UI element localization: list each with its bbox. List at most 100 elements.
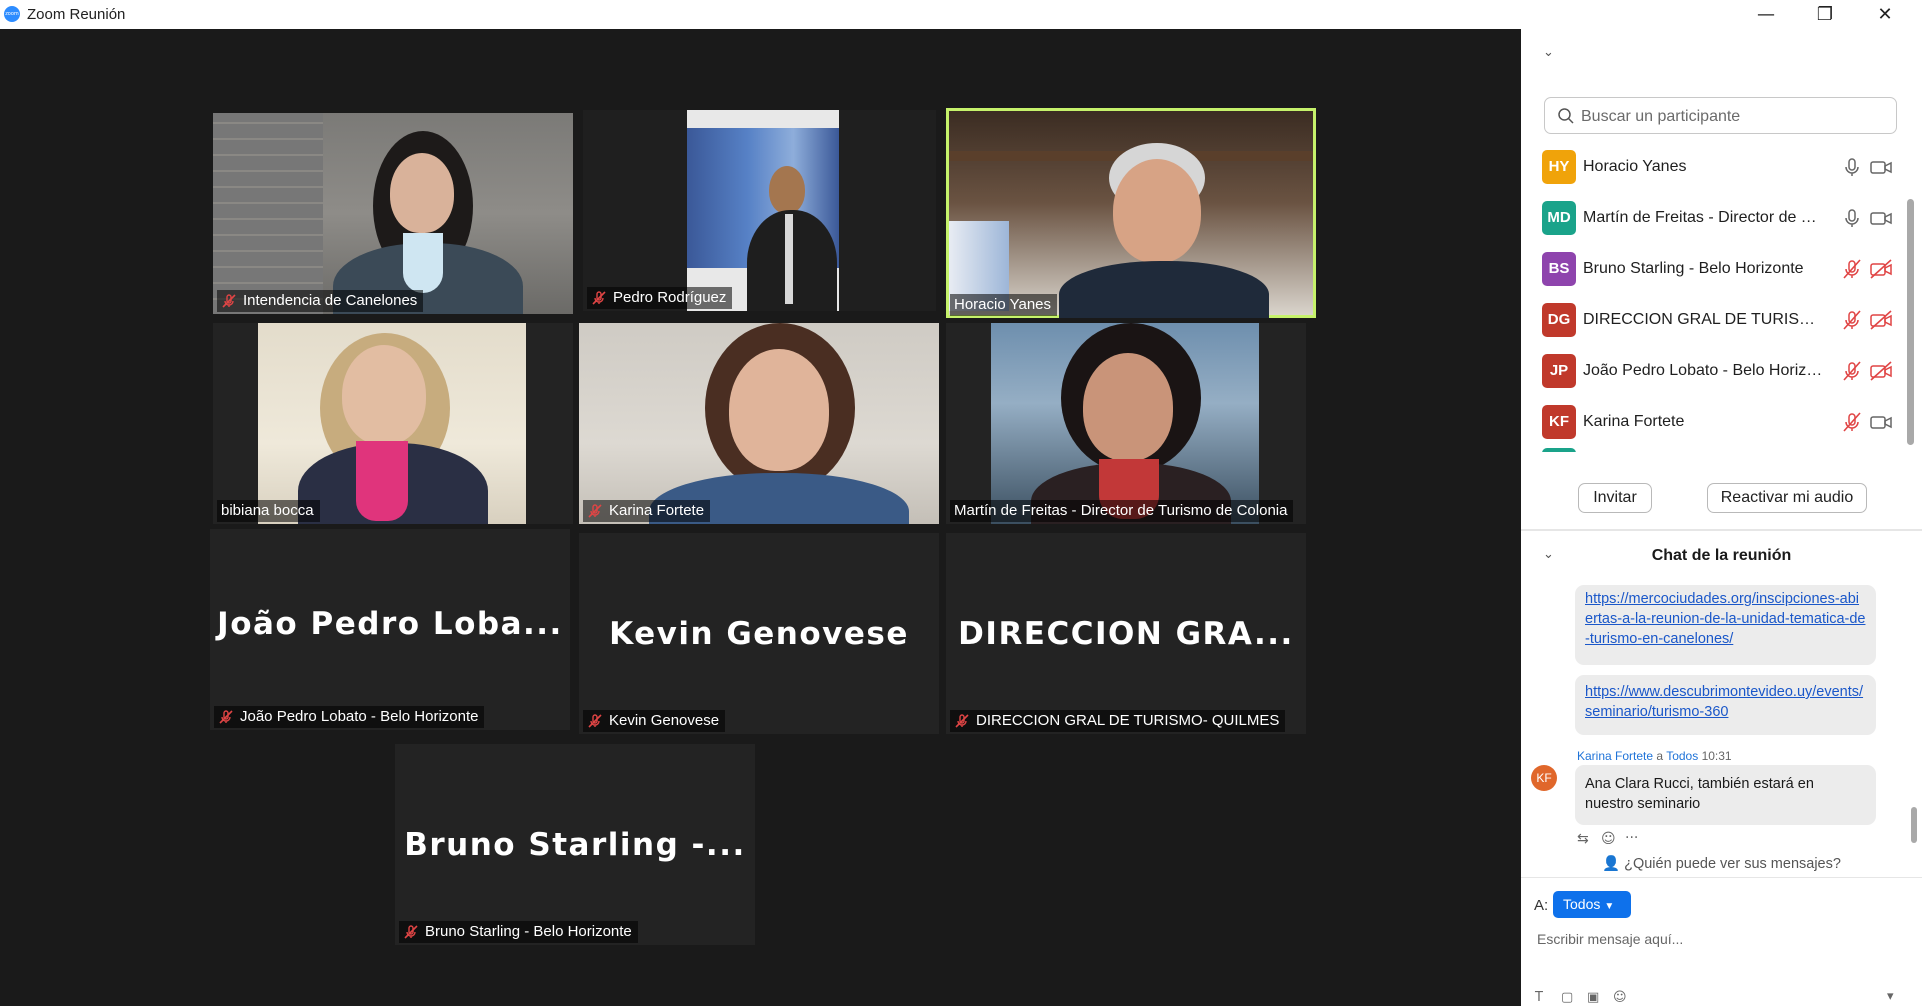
participant-video — [687, 110, 839, 311]
participant-name-tag: Karina Fortete — [583, 500, 711, 522]
mic-muted-icon — [221, 293, 237, 309]
participant-list: HY Horacio Yanes MD Martín de Freitas - … — [1521, 142, 1911, 452]
camera-off-icon[interactable] — [1869, 360, 1893, 382]
chat-sender-name[interactable]: Karina Fortete — [1577, 749, 1653, 763]
avatar: KF — [1531, 765, 1557, 791]
format-icon[interactable]: T — [1535, 990, 1543, 1005]
participant-search[interactable] — [1544, 97, 1897, 134]
video-tile[interactable]: João Pedro Loba... João Pedro Lobato - B… — [210, 529, 570, 730]
panel-divider — [1521, 529, 1922, 531]
panel-divider — [1521, 877, 1922, 878]
invite-button[interactable]: Invitar — [1578, 483, 1652, 513]
chat-sender-line: Karina Fortete a Todos 10:31 — [1577, 749, 1732, 763]
chat-to-word: a — [1656, 749, 1664, 763]
send-icon[interactable]: ▾ — [1887, 989, 1894, 1004]
chat-link[interactable]: https://mercociudades.org/inscipciones-a… — [1585, 591, 1865, 647]
mic-muted-icon[interactable] — [1841, 309, 1863, 331]
chat-link[interactable]: https://www.descubrimontevideo.uy/events… — [1585, 684, 1863, 720]
mic-icon[interactable] — [1841, 156, 1863, 178]
participant-row[interactable]: HY Horacio Yanes — [1521, 142, 1911, 193]
tile-label: Martín de Freitas - Director de Turismo … — [954, 502, 1288, 519]
participant-list-scrollbar[interactable] — [1907, 199, 1914, 445]
participant-video — [213, 113, 573, 314]
participant-name-tag: Intendencia de Canelones — [217, 290, 424, 312]
emoji-icon[interactable]: ☺ — [1613, 990, 1627, 1005]
to-label: A: — [1534, 897, 1549, 914]
camera-icon[interactable] — [1869, 207, 1893, 229]
camera-icon[interactable] — [1869, 156, 1893, 178]
avatar: JP — [1542, 354, 1576, 388]
participant-display-name: DIRECCION GRA... — [958, 615, 1294, 652]
file-icon[interactable]: ▢ — [1561, 990, 1573, 1005]
close-icon[interactable]: ✕ — [1862, 2, 1908, 27]
participant-name: Horacio Yanes — [1583, 158, 1687, 175]
chat-time: 10:31 — [1701, 749, 1732, 763]
mic-muted-icon[interactable] — [1841, 411, 1863, 433]
restore-icon[interactable]: ❐ — [1802, 2, 1848, 27]
video-tile[interactable]: Bruno Starling -... Bruno Starling - Bel… — [395, 744, 755, 945]
chevron-down-icon: ▼ — [1604, 901, 1615, 912]
video-tile[interactable]: Karina Fortete — [579, 323, 939, 524]
chat-message: Ana Clara Rucci, también estará en nuest… — [1575, 765, 1876, 825]
chat-message-input[interactable] — [1535, 927, 1909, 951]
participant-name-tag: Horacio Yanes — [950, 294, 1058, 316]
chat-title: Chat de la reunión — [1651, 547, 1792, 564]
video-tile[interactable]: bibiana bocca — [213, 323, 573, 524]
minimize-icon[interactable]: — — [1743, 2, 1789, 27]
tile-label: Kevin Genovese — [609, 712, 720, 729]
video-tile[interactable]: Intendencia de Canelones — [213, 113, 573, 314]
title-bar: zoom Zoom Reunión — ❐ ✕ — [0, 0, 1922, 29]
tile-label: Bruno Starling - Belo Horizonte — [425, 923, 632, 940]
chat-scrollbar[interactable] — [1911, 807, 1917, 843]
video-gallery: Intendencia de Canelones Pedro Rodríguez… — [0, 29, 1521, 1006]
video-tile[interactable]: DIRECCION GRA... DIRECCION GRAL DE TURIS… — [946, 533, 1306, 734]
screenshot-icon[interactable]: ▣ — [1587, 990, 1599, 1005]
chat-message: https://mercociudades.org/inscipciones-a… — [1575, 585, 1876, 665]
participant-row[interactable]: BS Bruno Starling - Belo Horizonte — [1521, 244, 1911, 295]
video-tile[interactable]: Pedro Rodríguez — [583, 110, 936, 311]
mic-muted-icon[interactable] — [1841, 360, 1863, 382]
participant-row[interactable]: DG DIRECCION GRAL DE TURISMO- ... — [1521, 295, 1911, 346]
avatar: HY — [1542, 150, 1576, 184]
participant-name: Martín de Freitas - Director de Tu... — [1583, 209, 1823, 226]
participant-row[interactable]: KF Karina Fortete — [1521, 397, 1911, 448]
camera-off-icon[interactable] — [1869, 258, 1893, 280]
person-info-icon: 👤 — [1602, 856, 1621, 872]
chat-recipient: Todos — [1666, 749, 1699, 763]
participant-name-tag: João Pedro Lobato - Belo Horizonte — [214, 706, 485, 728]
participant-name: Bruno Starling - Belo Horizonte — [1583, 260, 1804, 277]
video-tile[interactable]: Kevin Genovese Kevin Genovese — [579, 533, 939, 734]
recipient-select[interactable]: Todos ▼ — [1553, 891, 1631, 918]
participant-name: João Pedro Lobato - Belo Horizo... — [1583, 362, 1823, 379]
participant-video — [258, 323, 526, 524]
collapse-participants-chevron-icon[interactable]: ⌄ — [1543, 45, 1554, 60]
emoji-reaction-icon[interactable]: ☺ — [1601, 831, 1616, 847]
participant-name: DIRECCION GRAL DE TURISMO- ... — [1583, 311, 1823, 328]
unmute-audio-button[interactable]: Reactivar mi audio — [1707, 483, 1867, 513]
participant-row[interactable]: MD Martín de Freitas - Director de Tu... — [1521, 193, 1911, 244]
reply-icon[interactable]: ⇆ — [1577, 831, 1589, 847]
mic-icon[interactable] — [1841, 207, 1863, 229]
search-icon — [1558, 108, 1574, 124]
camera-off-icon[interactable] — [1869, 309, 1893, 331]
participant-name-tag: Martín de Freitas - Director de Turismo … — [950, 500, 1294, 522]
participant-name-tag: Kevin Genovese — [583, 710, 726, 732]
tile-label: bibiana bocca — [221, 502, 314, 519]
video-tile-active-speaker[interactable]: Horacio Yanes — [946, 108, 1316, 318]
participant-video — [991, 323, 1259, 524]
search-input[interactable] — [1579, 103, 1883, 130]
mic-muted-icon — [403, 924, 419, 940]
mic-muted-icon — [954, 713, 970, 729]
tile-label: Karina Fortete — [609, 502, 705, 519]
more-icon[interactable]: ··· — [1625, 830, 1638, 846]
avatar — [1542, 448, 1576, 452]
participant-display-name: Kevin Genovese — [609, 615, 909, 652]
camera-icon[interactable] — [1869, 411, 1893, 433]
participant-display-name: Bruno Starling -... — [404, 826, 746, 863]
video-tile[interactable]: Martín de Freitas - Director de Turismo … — [946, 323, 1306, 524]
who-can-see-messages[interactable]: 👤 ¿Quién puede ver sus mensajes? — [1521, 855, 1922, 872]
tile-label: Pedro Rodríguez — [613, 289, 727, 306]
participant-row[interactable]: JP João Pedro Lobato - Belo Horizo... — [1521, 346, 1911, 397]
mic-muted-icon[interactable] — [1841, 258, 1863, 280]
tile-label: João Pedro Lobato - Belo Horizonte — [240, 708, 479, 725]
